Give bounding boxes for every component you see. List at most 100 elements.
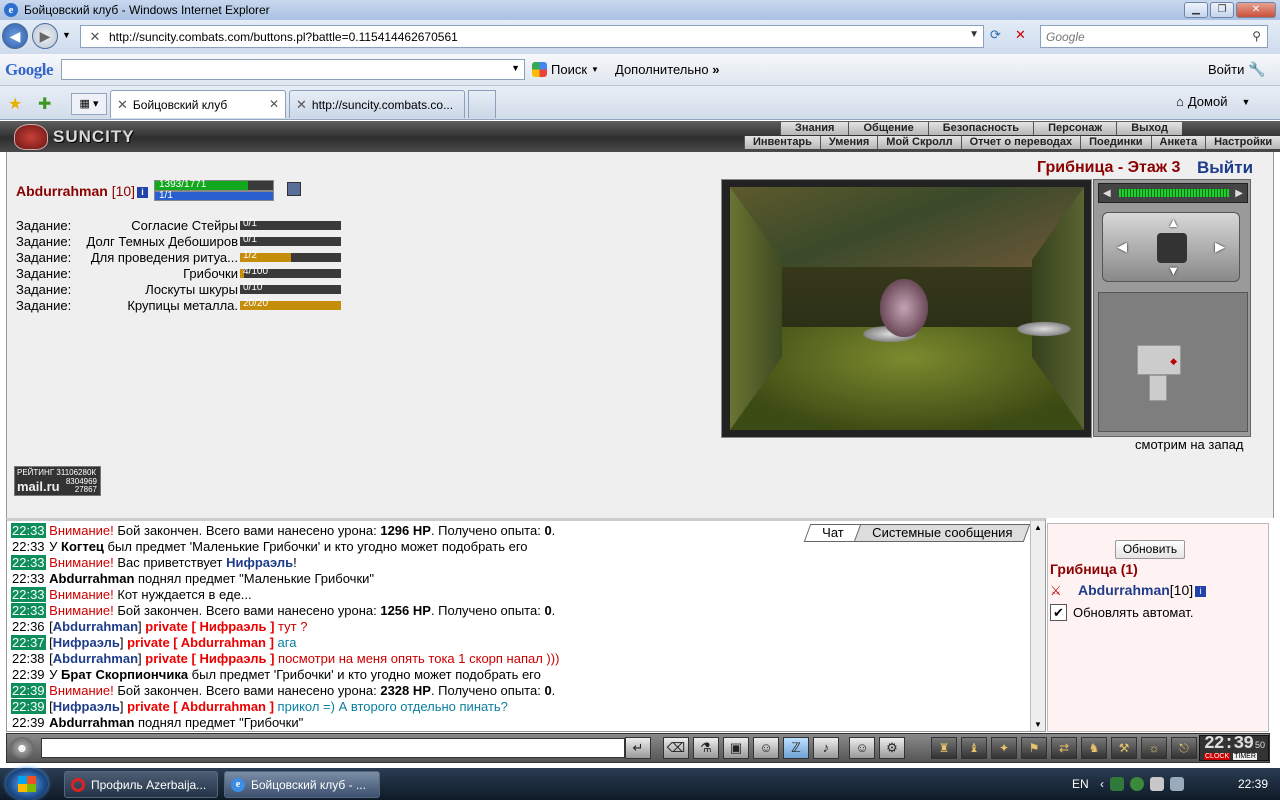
timer-label[interactable]: TIMER — [1233, 753, 1257, 760]
taskbar-item-ie[interactable]: e Бойцовский клуб - ... — [224, 771, 380, 798]
tray-app-icon[interactable] — [1110, 777, 1124, 791]
smile-icon[interactable]: ☺ — [849, 737, 875, 759]
tab-close-icon[interactable]: ✕ — [269, 97, 279, 111]
clan-icon[interactable]: ♞ — [1081, 737, 1107, 759]
wrench-icon[interactable]: 🔧 — [1248, 61, 1265, 78]
menu-fights[interactable]: Поединки — [1080, 136, 1151, 149]
save-icon[interactable]: ▣ — [723, 737, 749, 759]
chat-nick[interactable]: private [ Abdurrahman ] — [127, 635, 274, 650]
quest-row[interactable]: Задание: Крупицы металла. 20/20 — [16, 298, 341, 314]
quest-row[interactable]: Задание: Согласие Стейры 0/1 — [16, 218, 341, 234]
user-list-item[interactable]: ⚔ Abdurrahman[10] i — [1050, 582, 1207, 598]
chat-time[interactable]: 22:38 — [11, 651, 46, 666]
refresh-icon[interactable]: ⟳ — [990, 27, 1001, 43]
turn-right-icon[interactable]: ▶ — [1215, 239, 1225, 255]
menu-communication[interactable]: Общение — [848, 122, 928, 135]
search-icon[interactable]: ⚲ — [1252, 29, 1261, 43]
transfer-icon[interactable]: ⇄ — [1051, 737, 1077, 759]
clock-label[interactable]: CLOCK — [1204, 753, 1231, 760]
menu-inventory[interactable]: Инвентарь — [744, 136, 820, 149]
quest-row[interactable]: Задание: Лоскуты шкуры 0/10 — [16, 282, 341, 298]
quest-row[interactable]: Задание: Грибочки 4/100 — [16, 266, 341, 282]
system-clock[interactable]: 22:39 — [1238, 777, 1268, 791]
chat-nick[interactable]: private [ Нифраэль ] — [145, 651, 274, 666]
chat-nick[interactable]: private [ Нифраэль ] — [145, 619, 274, 634]
chat-nick[interactable]: Abdurrahman — [53, 619, 138, 634]
chat-time[interactable]: 22:33 — [11, 523, 46, 538]
smiley-menu-icon[interactable]: ☻ — [10, 737, 34, 759]
chat-time[interactable]: 22:39 — [11, 699, 46, 714]
chat-time[interactable]: 22:36 — [11, 619, 46, 634]
menu-transfers[interactable]: Отчет о переводах — [960, 136, 1081, 149]
scroll-up-icon[interactable]: ▲ — [1034, 523, 1042, 532]
bag-icon[interactable]: ♜ — [931, 737, 957, 759]
chat-time[interactable]: 22:33 — [11, 539, 46, 554]
chat-nick[interactable]: Нифраэль — [53, 699, 120, 714]
chat-scrollbar[interactable]: ▲ ▼ — [1030, 521, 1045, 731]
minimize-button[interactable]: ▁ — [1184, 2, 1208, 18]
chat-time[interactable]: 22:33 — [11, 571, 46, 586]
chat-log[interactable]: 22:33 Внимание! Бой закончен. Всего вами… — [6, 518, 1046, 732]
filter-icon[interactable]: ⚗ — [693, 737, 719, 759]
spellbook-icon[interactable] — [287, 182, 301, 196]
translit-icon[interactable]: ℤ — [783, 737, 809, 759]
google-dropdown-icon[interactable]: ▼ — [511, 63, 520, 73]
map-icon[interactable]: ⚑ — [1021, 737, 1047, 759]
move-back-icon[interactable]: ▼ — [1167, 263, 1180, 278]
info-icon[interactable]: i — [1195, 586, 1207, 597]
language-indicator[interactable]: EN — [1072, 777, 1089, 791]
google-search-input[interactable]: ▼ — [61, 59, 525, 80]
tab-chat[interactable]: Чат — [803, 524, 862, 542]
chat-time[interactable]: 22:33 — [11, 603, 46, 618]
back-button[interactable]: ◀ — [2, 23, 28, 49]
people-icon[interactable]: ☺ — [753, 737, 779, 759]
scorpion-monster[interactable] — [880, 279, 928, 337]
tray-volume-icon[interactable] — [1170, 777, 1184, 791]
menu-settings[interactable]: Настройки — [1205, 136, 1280, 149]
menu-knowledge[interactable]: Знания — [780, 122, 849, 135]
character-name[interactable]: Abdurrahman [10] i — [16, 183, 149, 199]
favorites-star-icon[interactable]: ★ — [8, 94, 22, 114]
chat-time[interactable]: 22:39 — [11, 667, 46, 682]
address-field[interactable]: ✕ http://suncity.combats.com/buttons.pl?… — [80, 25, 984, 48]
logout-link[interactable]: Выйти — [1197, 158, 1253, 178]
quick-tabs-button[interactable]: ▦ ▾ — [71, 93, 107, 115]
address-dropdown-icon[interactable]: ▼ — [969, 29, 979, 40]
mailru-rating-counter[interactable]: РЕЙТИНГ 31106280К mail.ru 8304969 27867 — [14, 466, 101, 496]
tray-chevron-icon[interactable]: ‹ — [1100, 777, 1104, 791]
exit-icon[interactable]: ⎋ — [1171, 737, 1197, 759]
history-dropdown-icon[interactable]: ▼ — [62, 30, 71, 40]
menu-security[interactable]: Безопасность — [927, 122, 1034, 135]
clear-icon[interactable]: ⌫ — [663, 737, 689, 759]
chat-settings-icon[interactable]: ⚙ — [879, 737, 905, 759]
google-more-button[interactable]: Дополнительно » — [615, 62, 719, 77]
chat-time[interactable]: 22:37 — [11, 635, 46, 650]
chat-input[interactable] — [41, 738, 625, 758]
chat-time[interactable]: 22:33 — [11, 555, 46, 570]
move-forward-icon[interactable]: ▲ — [1167, 215, 1180, 230]
menu-exit[interactable]: Выход — [1116, 122, 1182, 135]
tray-battery-icon[interactable] — [1150, 777, 1164, 791]
menu-skills[interactable]: Умения — [819, 136, 878, 149]
quest-row[interactable]: Задание: Долг Темных Дебоширов 0/1 — [16, 234, 341, 250]
potion-icon[interactable]: ♝ — [961, 737, 987, 759]
stop-icon[interactable]: ✕ — [1015, 27, 1026, 43]
browser-search-input[interactable]: Google ⚲ — [1040, 25, 1268, 48]
google-login-button[interactable]: Войти — [1208, 62, 1244, 77]
menu-profile[interactable]: Анкета — [1150, 136, 1206, 149]
tab-system-messages[interactable]: Системные сообщения — [853, 524, 1031, 542]
home-button[interactable]: ⌂ Домой ▼ — [1176, 94, 1250, 109]
dungeon-view[interactable] — [721, 179, 1092, 438]
chat-time[interactable]: 22:33 — [11, 587, 46, 602]
tray-network-icon[interactable] — [1130, 777, 1144, 791]
maximize-button[interactable]: ❐ — [1210, 2, 1234, 18]
user-name[interactable]: Abdurrahman — [1078, 582, 1170, 598]
auto-refresh-checkbox[interactable]: ✔ — [1050, 604, 1067, 621]
chat-nick[interactable]: private [ Abdurrahman ] — [127, 699, 274, 714]
menu-character[interactable]: Персонаж — [1033, 122, 1117, 135]
quest-row[interactable]: Задание: Для проведения ритуа... 1/2 — [16, 250, 341, 266]
dungeon-scene[interactable] — [730, 187, 1084, 430]
forward-button[interactable]: ▶ — [32, 23, 58, 49]
send-icon[interactable]: ↵ — [625, 737, 651, 759]
home-dropdown-icon[interactable]: ▼ — [1241, 97, 1250, 107]
